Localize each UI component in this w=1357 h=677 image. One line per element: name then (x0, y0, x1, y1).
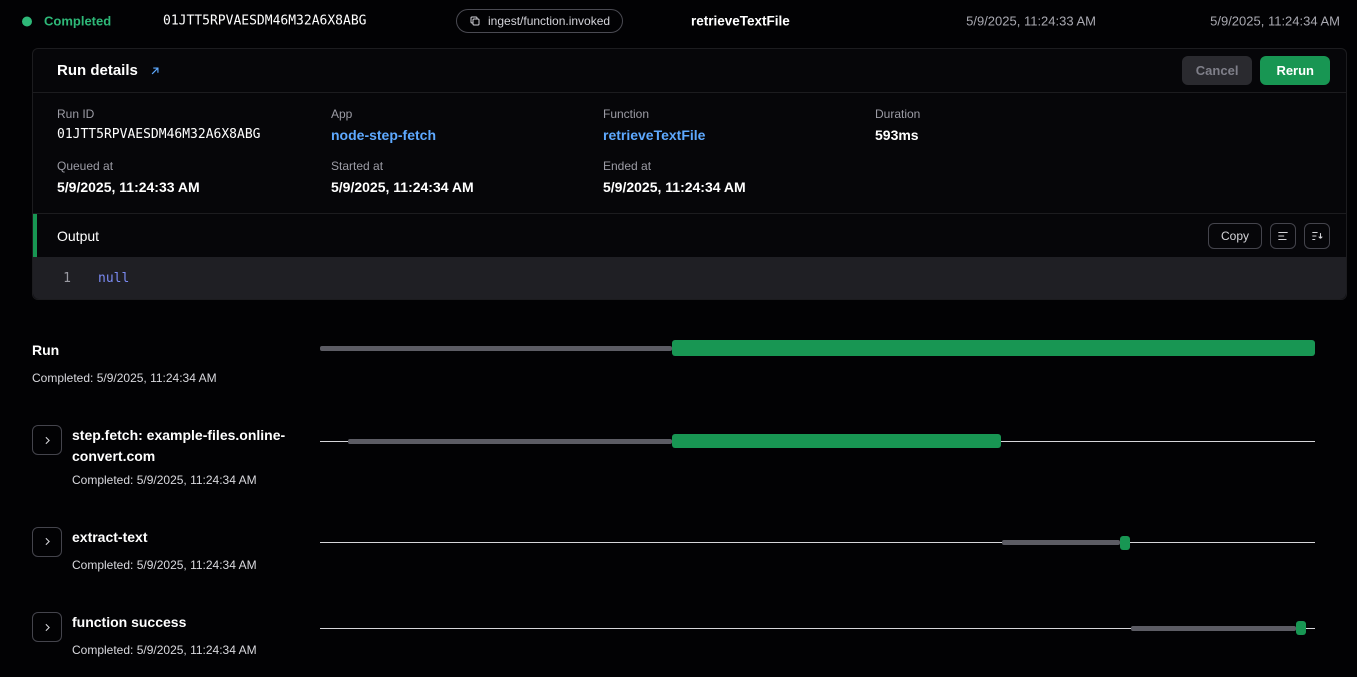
timeline-row-name: extract-text (72, 527, 301, 547)
timeline-row-extract-text: extract-text Completed: 5/9/2025, 11:24:… (32, 527, 1315, 572)
timeline-track (320, 433, 1315, 449)
timeline-row-step-fetch: step.fetch: example-files.online-convert… (32, 425, 1315, 487)
timeline-row-completed: Completed: 5/9/2025, 11:24:34 AM (72, 643, 301, 657)
timeline-row-run: Run Completed: 5/9/2025, 11:24:34 AM (32, 340, 1315, 385)
field-value: 5/9/2025, 11:24:34 AM (603, 179, 875, 195)
status-dot-icon (22, 16, 32, 26)
step-duration-marker[interactable] (1120, 536, 1130, 550)
field-ended-at: Ended at 5/9/2025, 11:24:34 AM (603, 159, 875, 195)
line-number: 1 (33, 271, 71, 286)
field-value: 01JTT5RPVAESDM46M32A6X8ABG (57, 127, 331, 142)
expand-step-button[interactable] (32, 425, 62, 455)
step-duration-marker[interactable] (1296, 621, 1306, 635)
field-value: 5/9/2025, 11:24:34 AM (331, 179, 603, 195)
timeline-row-completed: Completed: 5/9/2025, 11:24:34 AM (32, 371, 217, 385)
function-link[interactable]: retrieveTextFile (603, 127, 705, 143)
field-label: Ended at (603, 159, 875, 173)
timeline-track (320, 340, 1315, 356)
page-title: Run details (57, 62, 138, 79)
timeline-row-completed: Completed: 5/9/2025, 11:24:34 AM (72, 558, 301, 572)
app-link[interactable]: node-step-fetch (331, 127, 436, 143)
field-run-id: Run ID 01JTT5RPVAESDM46M32A6X8ABG (57, 107, 331, 143)
chevron-right-icon (41, 621, 54, 634)
run-details-header: Run details Cancel Rerun (33, 49, 1346, 93)
expand-step-button[interactable] (32, 612, 62, 642)
align-left-icon (1276, 229, 1290, 243)
open-run-details-button[interactable] (148, 64, 162, 78)
field-queued-at: Queued at 5/9/2025, 11:24:33 AM (57, 159, 331, 195)
output-accent-bar (33, 214, 37, 257)
rerun-button[interactable]: Rerun (1260, 56, 1330, 85)
run-metadata: Run ID 01JTT5RPVAESDM46M32A6X8ABG App no… (33, 93, 1346, 213)
top-function-name: retrieveTextFile (691, 14, 790, 29)
field-label: Function (603, 107, 875, 121)
run-status: Completed (22, 14, 111, 29)
field-duration: Duration 593ms (875, 107, 1322, 143)
arrow-up-right-icon (148, 64, 162, 78)
top-bar: Completed 01JTT5RPVAESDM46M32A6X8ABG ing… (0, 0, 1357, 42)
timeline-row-name: function success (72, 612, 301, 632)
field-value: 593ms (875, 127, 1322, 143)
run-details-card: Run details Cancel Rerun Run ID 01JTT5RP… (32, 48, 1347, 300)
event-badge-label: ingest/function.invoked (488, 14, 610, 28)
field-label: Queued at (57, 159, 331, 173)
step-duration-bar[interactable] (672, 434, 1000, 448)
output-title: Output (57, 228, 99, 244)
timeline-track (320, 620, 1315, 636)
queued-segment (348, 439, 672, 444)
field-label: Run ID (57, 107, 331, 121)
field-label: App (331, 107, 603, 121)
field-value: 5/9/2025, 11:24:33 AM (57, 179, 331, 195)
field-app: App node-step-fetch (331, 107, 603, 143)
timeline-track (320, 535, 1315, 551)
queued-segment (1131, 626, 1296, 631)
expand-step-button[interactable] (32, 527, 62, 557)
top-queued-timestamp: 5/9/2025, 11:24:33 AM (966, 14, 1096, 29)
run-timeline: Run Completed: 5/9/2025, 11:24:34 AM ste… (32, 340, 1315, 657)
timeline-row-completed: Completed: 5/9/2025, 11:24:34 AM (72, 473, 301, 487)
output-code-line: 1 null (33, 257, 1346, 299)
sort-output-button[interactable] (1304, 223, 1330, 249)
copy-button[interactable]: Copy (1208, 223, 1262, 249)
timeline-row-function-success: function success Completed: 5/9/2025, 11… (32, 612, 1315, 657)
timeline-row-name: Run (32, 340, 217, 360)
field-function: Function retrieveTextFile (603, 107, 875, 143)
event-badge[interactable]: ingest/function.invoked (456, 9, 623, 33)
sort-descending-icon (1310, 229, 1324, 243)
queued-segment (320, 346, 672, 351)
chevron-right-icon (41, 434, 54, 447)
run-duration-bar[interactable] (672, 340, 1315, 356)
format-lines-button[interactable] (1270, 223, 1296, 249)
code-value: null (98, 271, 129, 286)
output-section-header: Output Copy (33, 213, 1346, 257)
top-run-id: 01JTT5RPVAESDM46M32A6X8ABG (163, 14, 367, 29)
cancel-button[interactable]: Cancel (1182, 56, 1253, 85)
field-started-at: Started at 5/9/2025, 11:24:34 AM (331, 159, 603, 195)
field-label: Duration (875, 107, 1322, 121)
event-stack-icon (469, 15, 481, 27)
timeline-baseline (320, 542, 1315, 543)
top-started-timestamp: 5/9/2025, 11:24:34 AM (1210, 14, 1340, 29)
field-label: Started at (331, 159, 603, 173)
status-label: Completed (44, 14, 111, 29)
chevron-right-icon (41, 535, 54, 548)
timeline-row-name: step.fetch: example-files.online-convert… (72, 425, 301, 466)
queued-segment (1002, 540, 1120, 545)
